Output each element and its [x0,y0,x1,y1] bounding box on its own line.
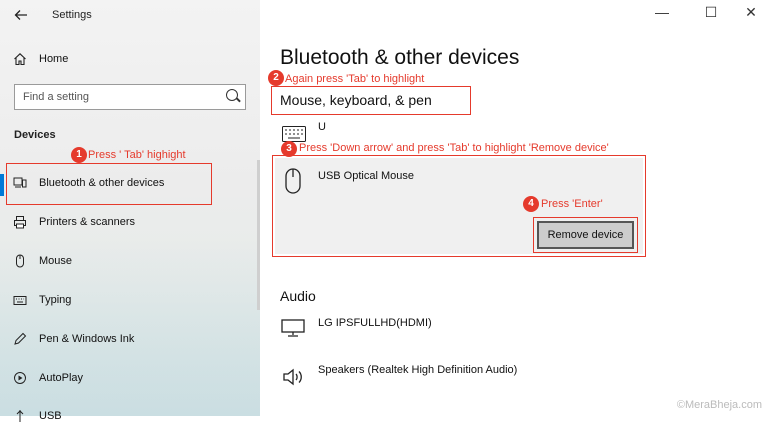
sidebar-item-pen[interactable]: Pen & Windows Ink [0,325,250,355]
sidebar-item-autoplay[interactable]: AutoPlay [0,364,250,394]
section-heading-mouse-keyboard-pen[interactable]: Mouse, keyboard, & pen [280,92,432,108]
close-button[interactable]: ✕ [736,4,766,21]
sidebar-item-mouse[interactable]: Mouse [0,247,250,277]
annotation-badge-4: 4 [523,196,539,212]
monitor-icon [281,319,305,342]
minimize-button[interactable]: — [647,4,677,20]
sidebar-item-typing[interactable]: Typing [0,286,250,316]
annotation-highlight-1 [6,163,212,205]
annotation-highlight-4 [533,217,638,253]
pen-icon [12,332,28,348]
sidebar-item-label: Pen & Windows Ink [39,333,135,345]
device-name[interactable]: Speakers (Realtek High Definition Audio) [318,364,517,376]
sidebar-item-printers[interactable]: Printers & scanners [0,208,250,238]
sidebar-item-label: Typing [39,294,72,306]
back-arrow-icon[interactable] [14,8,28,27]
watermark: ©MeraBheja.com [676,399,762,411]
section-heading: Devices [14,129,56,141]
device-name: USB Optical Mouse [318,170,414,182]
annotation-badge-1: 1 [71,147,87,163]
section-heading-audio: Audio [280,288,316,304]
maximize-button[interactable]: ☐ [696,4,726,21]
annotation-text-3: Press 'Down arrow' and press 'Tab' to hi… [299,142,609,154]
search-icon [226,89,238,101]
usb-icon [12,409,28,425]
autoplay-icon [12,371,28,387]
device-name: U [318,121,326,133]
sidebar-item-label: Mouse [39,255,73,267]
annotation-text-2: Again press 'Tab' to highlight [285,73,425,85]
search-placeholder: Find a setting [23,91,90,103]
speaker-icon [282,367,306,392]
sidebar-item-label: Home [39,53,69,65]
annotation-badge-2: 2 [268,70,284,86]
page-title: Bluetooth & other devices [280,46,520,69]
app-title: Settings [52,9,92,21]
sidebar-item-home[interactable]: Home [0,45,250,75]
annotation-text-4: Press 'Enter' [541,198,603,210]
sidebar-item-label: AutoPlay [39,372,84,384]
sidebar-scrollbar[interactable] [257,160,260,310]
sidebar-item-label: USB [39,410,62,422]
sidebar-item-label: Printers & scanners [39,216,135,228]
search-input[interactable]: Find a setting [14,84,246,110]
printer-icon [12,215,28,231]
home-icon [12,52,28,68]
device-name[interactable]: LG IPSFULLHD(HDMI) [318,317,432,329]
keyboard-icon [12,293,28,309]
annotation-text-1: Press ' Tab' highight [88,149,186,161]
mouse-icon [285,168,301,199]
mouse-icon [12,254,28,270]
sidebar-item-usb[interactable]: USB [0,402,250,432]
